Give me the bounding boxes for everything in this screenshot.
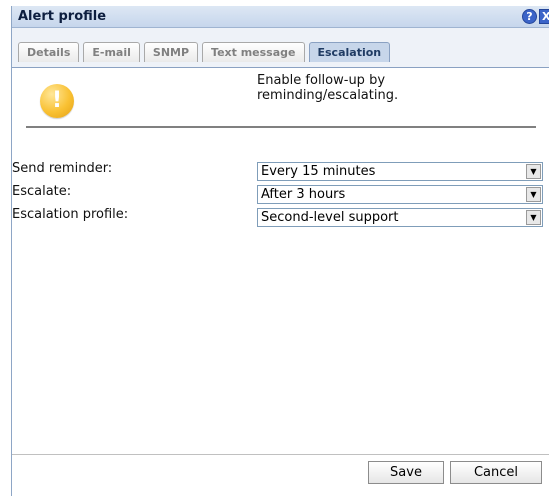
save-button[interactable]: Save <box>368 461 444 484</box>
tab-bar: Details E-mail SNMP Text message Escalat… <box>12 28 549 68</box>
tab-text-message[interactable]: Text message <box>202 42 305 62</box>
tab-underline <box>12 67 549 68</box>
chevron-down-icon[interactable]: ▼ <box>526 187 541 202</box>
info-line-1: Enable follow-up by <box>257 73 386 88</box>
tab-email[interactable]: E-mail <box>83 42 140 62</box>
escalation-profile-label: Escalation profile: <box>12 207 129 222</box>
alert-profile-dialog: Alert profile ? X Details E-mail SNMP Te… <box>11 6 549 496</box>
close-icon[interactable]: X <box>539 9 549 24</box>
escalation-profile-value: Second-level support <box>261 210 399 225</box>
tab-list: Details E-mail SNMP Text message Escalat… <box>18 42 391 62</box>
chevron-down-icon[interactable]: ▼ <box>526 164 541 179</box>
chevron-down-icon[interactable]: ▼ <box>526 210 541 225</box>
tab-snmp[interactable]: SNMP <box>143 42 199 62</box>
escalate-select[interactable]: After 3 hours ▼ <box>257 185 543 204</box>
escalate-label: Escalate: <box>12 184 72 199</box>
escalate-value: After 3 hours <box>261 187 346 202</box>
escalation-profile-select[interactable]: Second-level support ▼ <box>257 208 543 227</box>
dialog-title: Alert profile <box>18 9 107 24</box>
tab-details[interactable]: Details <box>18 42 80 62</box>
footer-divider <box>12 454 549 455</box>
help-icon[interactable]: ? <box>522 9 537 24</box>
info-message: Enable follow-up by reminding/escalating… <box>257 73 537 103</box>
cancel-button[interactable]: Cancel <box>450 461 542 484</box>
send-reminder-value: Every 15 minutes <box>261 164 376 179</box>
title-bar: Alert profile ? X <box>12 6 549 28</box>
tab-escalation[interactable]: Escalation <box>308 42 391 62</box>
info-line-2: reminding/escalating. <box>257 88 399 103</box>
send-reminder-label: Send reminder: <box>12 161 113 176</box>
warning-icon: ! <box>40 84 74 118</box>
send-reminder-select[interactable]: Every 15 minutes ▼ <box>257 162 543 181</box>
section-divider <box>26 126 536 128</box>
